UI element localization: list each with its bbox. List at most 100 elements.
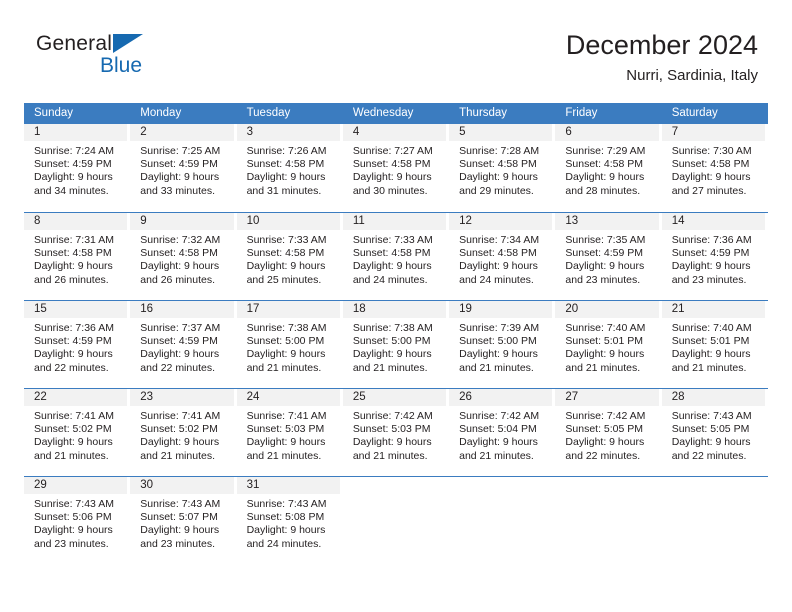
day-number: 20 — [565, 303, 579, 315]
daylight-duration-line2: and 26 minutes. — [140, 273, 215, 286]
sunrise-time: Sunrise: 7:41 AM — [34, 410, 114, 422]
day-number-band: 10 — [236, 213, 340, 230]
sunset-time: Sunset: 4:58 PM — [352, 158, 431, 171]
daylight-duration-line2: and 26 minutes. — [34, 273, 109, 286]
day-number: 29 — [34, 479, 47, 491]
day-details: Sunrise: 7:34 AM Sunset: 4:58 PM Daylight:… — [449, 230, 555, 287]
weekday-header-thursday: Thursday — [459, 107, 508, 119]
day-number-band: 3 — [236, 124, 340, 141]
daylight-duration-line1: Daylight: 9 hours — [565, 436, 645, 449]
day-number: 13 — [565, 215, 579, 227]
day-details: Sunrise: 7:37 AM Sunset: 4:59 PM Daylight:… — [130, 318, 236, 375]
day-number-band — [555, 477, 658, 494]
calendar-day-cell[interactable]: 9 Sunrise: 7:32 AM Sunset: 4:58 PM Daylight… — [130, 213, 236, 300]
sunset-time: Sunset: 4:59 PM — [671, 247, 750, 260]
day-number: 6 — [565, 126, 572, 138]
calendar-day-cell[interactable]: 31 Sunrise: 7:43 AM Sunset: 5:08 PM Dayligh… — [236, 477, 343, 564]
calendar-day-cell[interactable]: 30 Sunrise: 7:43 AM Sunset: 5:07 PM Dayligh… — [130, 477, 236, 564]
day-number-band — [343, 477, 446, 494]
calendar-day-cell[interactable]: 8 Sunrise: 7:31 AM Sunset: 4:58 PM Daylight… — [24, 213, 130, 300]
calendar-day-cell[interactable]: 1 Sunrise: 7:24 AM Sunset: 4:59 PM Daylight… — [24, 124, 130, 212]
day-number: 19 — [459, 303, 472, 315]
sunset-time: Sunset: 4:59 PM — [34, 158, 112, 171]
sunrise-time: Sunrise: 7:33 AM — [352, 234, 433, 246]
day-details: Sunrise: 7:31 AM Sunset: 4:58 PM Daylight:… — [24, 230, 130, 287]
sunset-time: Sunset: 5:05 PM — [565, 423, 644, 436]
calendar-day-cell[interactable]: 25 Sunrise: 7:42 AM Sunset: 5:03 PM Dayligh… — [342, 389, 449, 476]
day-details: Sunrise: 7:42 AM Sunset: 5:05 PM Daylight:… — [555, 406, 661, 463]
sunrise-time: Sunrise: 7:38 AM — [352, 322, 433, 334]
day-number-band: 25 — [342, 389, 447, 406]
calendar-day-cell[interactable]: 24 Sunrise: 7:41 AM Sunset: 5:03 PM Dayligh… — [236, 389, 343, 476]
calendar-day-cell[interactable]: 7 Sunrise: 7:30 AM Sunset: 4:58 PM Daylight… — [661, 124, 768, 212]
calendar-week-row: 1 Sunrise: 7:24 AM Sunset: 4:59 PM Daylight… — [24, 124, 768, 212]
sunset-time: Sunset: 5:02 PM — [34, 423, 112, 436]
daylight-duration-line1: Daylight: 9 hours — [671, 436, 751, 449]
daylight-duration-line1: Daylight: 9 hours — [459, 260, 538, 273]
day-number: 15 — [34, 303, 47, 315]
calendar-day-cell[interactable]: 5 Sunrise: 7:28 AM Sunset: 4:58 PM Daylight… — [449, 124, 555, 212]
day-number-band: 1 — [24, 124, 128, 141]
sunset-time: Sunset: 4:58 PM — [459, 247, 537, 260]
calendar-day-cell[interactable]: 29 Sunrise: 7:43 AM Sunset: 5:06 PM Dayligh… — [24, 477, 130, 564]
calendar-day-cell[interactable]: 27 Sunrise: 7:42 AM Sunset: 5:05 PM Dayligh… — [555, 389, 661, 476]
calendar-day-cell[interactable]: 20 Sunrise: 7:40 AM Sunset: 5:01 PM Dayligh… — [555, 301, 661, 388]
day-number-band: 7 — [661, 124, 765, 141]
daylight-duration-line2: and 22 minutes. — [565, 449, 641, 462]
calendar-day-cell[interactable]: 26 Sunrise: 7:42 AM Sunset: 5:04 PM Dayligh… — [449, 389, 555, 476]
sunrise-time: Sunrise: 7:42 AM — [459, 410, 540, 422]
day-details — [343, 494, 449, 498]
calendar-day-cell[interactable]: 22 Sunrise: 7:41 AM Sunset: 5:02 PM Dayligh… — [24, 389, 130, 476]
day-details: Sunrise: 7:30 AM Sunset: 4:58 PM Daylight:… — [662, 141, 768, 198]
daylight-duration-line2: and 21 minutes. — [34, 449, 109, 462]
daylight-duration-line2: and 22 minutes. — [34, 361, 109, 374]
sunrise-time: Sunrise: 7:42 AM — [352, 410, 433, 422]
calendar-day-cell[interactable]: 17 Sunrise: 7:38 AM Sunset: 5:00 PM Dayligh… — [236, 301, 343, 388]
day-number-band — [662, 477, 765, 494]
day-number-band: 13 — [555, 213, 659, 230]
daylight-duration-line2: and 29 minutes. — [459, 184, 534, 197]
sunset-time: Sunset: 4:59 PM — [140, 158, 218, 171]
daylight-duration-line2: and 21 minutes. — [565, 361, 641, 374]
day-details: Sunrise: 7:28 AM Sunset: 4:58 PM Daylight:… — [449, 141, 555, 198]
day-number-band: 16 — [130, 301, 234, 318]
calendar-day-cell[interactable]: 6 Sunrise: 7:29 AM Sunset: 4:58 PM Daylight… — [555, 124, 661, 212]
calendar-day-cell[interactable]: 14 Sunrise: 7:36 AM Sunset: 4:59 PM Dayligh… — [661, 213, 768, 300]
day-number-band: 22 — [24, 389, 128, 406]
calendar-day-cell[interactable]: 21 Sunrise: 7:40 AM Sunset: 5:01 PM Dayligh… — [661, 301, 768, 388]
calendar-day-cell[interactable]: 13 Sunrise: 7:35 AM Sunset: 4:59 PM Dayligh… — [555, 213, 661, 300]
day-details: Sunrise: 7:43 AM Sunset: 5:06 PM Daylight:… — [24, 494, 130, 551]
day-details: Sunrise: 7:41 AM Sunset: 5:02 PM Daylight:… — [24, 406, 130, 463]
calendar-day-cell[interactable]: 23 Sunrise: 7:41 AM Sunset: 5:02 PM Dayligh… — [130, 389, 236, 476]
sunrise-time: Sunrise: 7:33 AM — [246, 234, 327, 246]
calendar-day-cell[interactable]: 4 Sunrise: 7:27 AM Sunset: 4:58 PM Daylight… — [342, 124, 449, 212]
calendar-day-cell[interactable]: 12 Sunrise: 7:34 AM Sunset: 4:58 PM Dayligh… — [449, 213, 555, 300]
calendar-day-cell[interactable]: 11 Sunrise: 7:33 AM Sunset: 4:58 PM Dayligh… — [342, 213, 449, 300]
day-number: 21 — [671, 303, 685, 315]
daylight-duration-line2: and 24 minutes. — [352, 273, 428, 286]
day-number: 14 — [671, 215, 685, 227]
sunrise-time: Sunrise: 7:41 AM — [140, 410, 221, 422]
day-number: 5 — [459, 126, 466, 138]
calendar-day-cell[interactable]: 10 Sunrise: 7:33 AM Sunset: 4:58 PM Dayligh… — [236, 213, 343, 300]
sunrise-time: Sunrise: 7:41 AM — [246, 410, 327, 422]
calendar-day-cell[interactable]: 28 Sunrise: 7:43 AM Sunset: 5:05 PM Dayligh… — [661, 389, 768, 476]
sunset-time: Sunset: 4:58 PM — [246, 158, 325, 171]
daylight-duration-line1: Daylight: 9 hours — [34, 348, 113, 361]
calendar-day-cell[interactable]: 3 Sunrise: 7:26 AM Sunset: 4:58 PM Daylight… — [236, 124, 343, 212]
sunset-time: Sunset: 4:58 PM — [352, 247, 431, 260]
title-block: December 2024 Nurri, Sardinia, Italy — [566, 28, 758, 87]
day-details: Sunrise: 7:41 AM Sunset: 5:02 PM Daylight:… — [130, 406, 236, 463]
calendar-day-cell[interactable]: 18 Sunrise: 7:38 AM Sunset: 5:00 PM Dayligh… — [342, 301, 449, 388]
weekday-header-sunday: Sunday — [34, 107, 74, 119]
day-number: 25 — [352, 391, 366, 403]
calendar-day-cell[interactable]: 16 Sunrise: 7:37 AM Sunset: 4:59 PM Dayligh… — [130, 301, 236, 388]
daylight-duration-line1: Daylight: 9 hours — [459, 348, 538, 361]
day-number: 16 — [140, 303, 154, 315]
calendar-day-cell[interactable]: 19 Sunrise: 7:39 AM Sunset: 5:00 PM Dayligh… — [449, 301, 555, 388]
sunrise-time: Sunrise: 7:30 AM — [671, 145, 752, 157]
day-number-band: 31 — [236, 477, 340, 494]
sunset-time: Sunset: 5:07 PM — [140, 511, 218, 524]
calendar-day-cell[interactable]: 15 Sunrise: 7:36 AM Sunset: 4:59 PM Dayligh… — [24, 301, 130, 388]
calendar-day-cell[interactable]: 2 Sunrise: 7:25 AM Sunset: 4:59 PM Daylight… — [130, 124, 236, 212]
